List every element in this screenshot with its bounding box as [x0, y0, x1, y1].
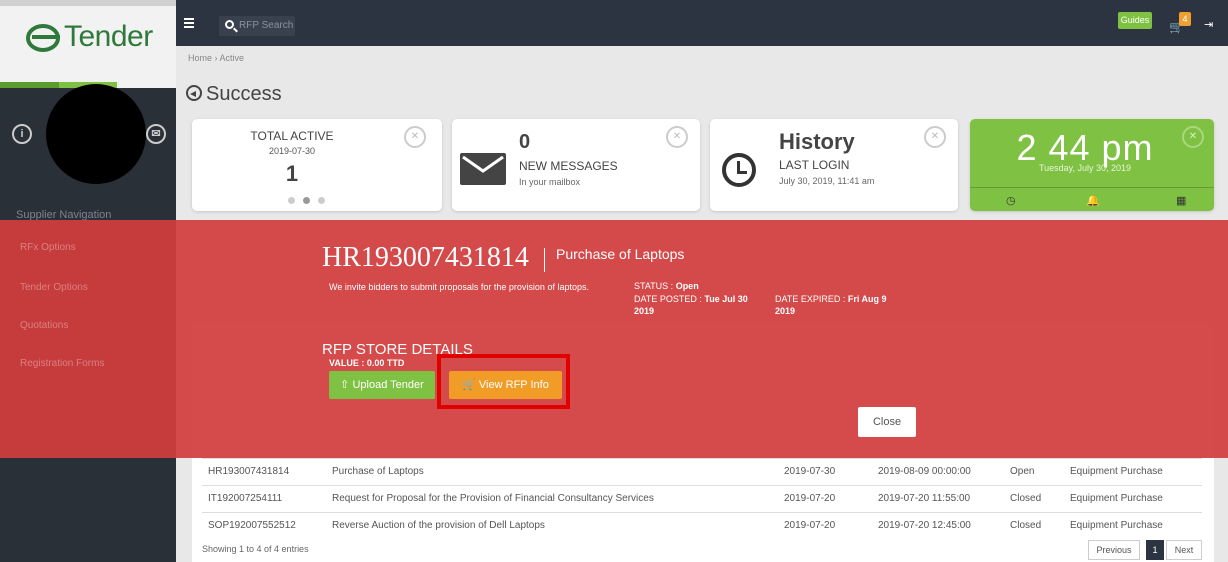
card-label: NEW MESSAGES [519, 159, 618, 173]
sidebar-item-quotations[interactable]: Quotations [20, 320, 68, 331]
modal-subject: Purchase of Laptops [556, 246, 685, 262]
table-row[interactable]: SOP192007552512 Reverse Auction of the p… [202, 512, 1202, 539]
cell-rfp[interactable]: SOP192007552512 [208, 513, 296, 539]
info-icon[interactable]: i [12, 124, 32, 144]
cell-status: Closed [1010, 493, 1042, 504]
cell-status: Open [1010, 466, 1035, 477]
upload-icon: ⇧ [340, 379, 350, 391]
clock-icon [722, 153, 756, 187]
messages-card: 0 NEW MESSAGES In your mailbox ✕ [452, 119, 700, 211]
card-subtext: In your mailbox [519, 177, 581, 187]
previous-page-button[interactable]: Previous [1088, 540, 1140, 560]
clock-card: 2 44 pm Tuesday, July 30, 2019 ✕ ◷ 🔔 ▦ [970, 119, 1214, 211]
cell-expires: 2019-07-20 12:45:00 [878, 520, 971, 531]
next-page-button[interactable]: Next [1166, 540, 1202, 560]
card-title: TOTAL ACTIVE [250, 129, 334, 143]
logout-icon[interactable]: ⇥ [1204, 18, 1213, 31]
calendar-icon[interactable]: ▦ [1176, 194, 1186, 207]
highlight-box [437, 354, 570, 409]
guides-button[interactable]: Guides [1118, 12, 1152, 29]
clock-card-bar: ◷ 🔔 ▦ [970, 187, 1214, 211]
card-title: History [779, 129, 855, 154]
cell-expires: 2019-08-09 00:00:00 [878, 466, 971, 477]
avatar[interactable] [46, 84, 146, 184]
carousel-dots[interactable] [288, 195, 338, 207]
logo-text: Tender [64, 20, 153, 53]
modal-date-posted: DATE POSTED : Tue Jul 30 2019 [634, 293, 764, 317]
breadcrumb-separator: › [214, 53, 218, 63]
sidebar-item-registration-forms[interactable]: Registration Forms [20, 358, 104, 369]
search-icon [225, 20, 234, 29]
logo[interactable]: Tender [26, 20, 153, 54]
expired-label: DATE EXPIRED : [775, 294, 846, 304]
stripe-segment [0, 82, 59, 88]
cell-title: Request for Proposal for the Provision o… [332, 493, 654, 504]
close-icon[interactable]: ✕ [1182, 126, 1204, 148]
card-label: LAST LOGIN [779, 158, 850, 172]
modal-status: STATUS : Open [634, 281, 699, 291]
bell-icon[interactable]: 🔔 [1086, 194, 1100, 207]
close-button[interactable]: Close [858, 407, 916, 437]
cell-posted: 2019-07-20 [784, 520, 836, 531]
cell-expires: 2019-07-20 11:55:00 [878, 493, 971, 504]
cell-status: Closed [1010, 520, 1042, 531]
page-1-button[interactable]: 1 [1146, 540, 1164, 560]
e-logo-icon [26, 23, 64, 53]
cell-type: Equipment Purchase [1070, 520, 1163, 531]
modal-description: We invite bidders to submit proposals fo… [329, 282, 589, 292]
card-date: 2019-07-30 [268, 146, 316, 156]
sidebar-item-rfx-options[interactable]: RFx Options [20, 242, 76, 253]
breadcrumb: Home › Active [188, 53, 244, 63]
breadcrumb-home[interactable]: Home [188, 53, 212, 63]
mail-icon[interactable]: ✉ [146, 124, 166, 144]
entries-info: Showing 1 to 4 of 4 entries [202, 544, 309, 554]
modal-rfp-code: HR193007431814 [322, 242, 529, 273]
sidebar-item-tender-options[interactable]: Tender Options [20, 282, 88, 293]
status-value: Open [675, 281, 699, 291]
posted-label: DATE POSTED : [634, 294, 702, 304]
table-row[interactable]: HR193007431814 Purchase of Laptops 2019-… [202, 458, 1202, 485]
stripe-segment [117, 82, 177, 88]
clock-date: Tuesday, July 30, 2019 [1038, 163, 1132, 173]
upload-tender-button[interactable]: ⇧ Upload Tender [329, 371, 435, 399]
search-placeholder: RFP Search [239, 20, 294, 31]
upload-tender-label: Upload Tender [352, 379, 424, 391]
cell-title: Reverse Auction of the provision of Dell… [332, 520, 545, 531]
total-active-card: TOTAL ACTIVE 2019-07-30 1 ✕ [192, 119, 442, 211]
status-label: STATUS : [634, 281, 674, 291]
timer-icon[interactable]: ◷ [1006, 194, 1016, 207]
back-arrow-icon [186, 85, 202, 101]
modal-date-expired: DATE EXPIRED : Fri Aug 9 2019 [775, 293, 905, 317]
cell-posted: 2019-07-30 [784, 466, 836, 477]
close-icon[interactable]: ✕ [404, 126, 426, 148]
card-value: 1 [285, 161, 299, 186]
modal-separator [544, 248, 545, 272]
cell-rfp[interactable]: HR193007431814 [208, 459, 289, 485]
cell-type: Equipment Purchase [1070, 493, 1163, 504]
cart-count-badge: 4 [1179, 12, 1191, 26]
close-icon[interactable]: ✕ [666, 126, 688, 148]
rfp-store-value: VALUE : 0.00 TTD [329, 358, 405, 368]
card-value: 0 [519, 131, 531, 153]
table-row[interactable]: IT192007254111 Request for Proposal for … [202, 485, 1202, 512]
cell-title: Purchase of Laptops [332, 466, 424, 477]
close-icon[interactable]: ✕ [924, 126, 946, 148]
logo-area: Tender [0, 0, 177, 88]
cell-posted: 2019-07-20 [784, 493, 836, 504]
page-title: Success [186, 83, 282, 106]
menu-toggle-icon[interactable] [184, 18, 194, 28]
card-subtext: July 30, 2019, 11:41 am [779, 176, 875, 186]
history-card: History LAST LOGIN July 30, 2019, 11:41 … [710, 119, 958, 211]
breadcrumb-current: Active [219, 53, 245, 63]
cell-type: Equipment Purchase [1070, 466, 1163, 477]
envelope-icon [460, 153, 506, 185]
cell-rfp[interactable]: IT192007254111 [208, 486, 282, 512]
top-header: RFP Search Guides 🛒 4 ⇥ [176, 0, 1228, 46]
page-title-text: Success [206, 83, 282, 105]
search-input[interactable]: RFP Search [219, 16, 295, 36]
